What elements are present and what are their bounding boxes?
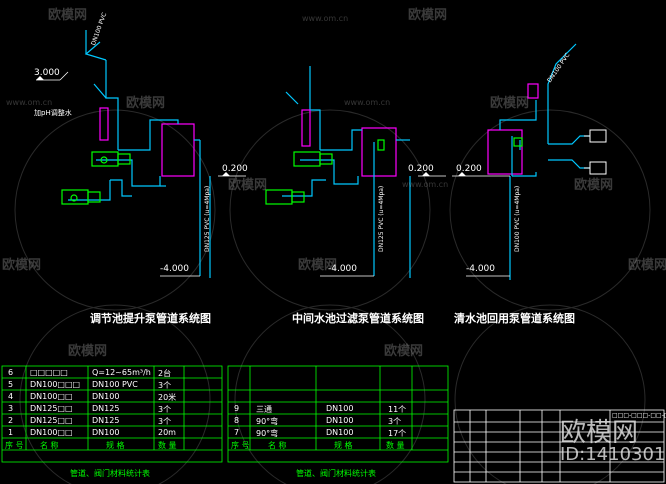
table-header-qty: 数 量 bbox=[158, 441, 177, 450]
watermark-brand: 欧模网 bbox=[574, 178, 614, 193]
watermark-url: www.om.cn bbox=[344, 98, 391, 107]
table-cell: 2台 bbox=[158, 369, 172, 378]
table-row: 8 bbox=[234, 416, 240, 425]
table-cell: Q=12~65m³/h bbox=[92, 368, 151, 377]
right-pumps bbox=[513, 137, 523, 147]
table-cell: DN100 bbox=[326, 428, 354, 437]
table-header-name: 名 称 bbox=[268, 441, 287, 450]
watermark-url: www.om.cn bbox=[302, 14, 349, 23]
table-cell: DN100□□□ bbox=[30, 380, 81, 389]
table-row: 4 bbox=[8, 392, 14, 401]
table-caption: 管道、阀门材料统计表 bbox=[70, 469, 150, 478]
table-cell: DN100 bbox=[92, 428, 120, 437]
table-cell: 3个 bbox=[158, 405, 172, 414]
table-cell: DN125 bbox=[92, 416, 120, 425]
table-cell: 3个 bbox=[158, 381, 172, 390]
elevation-left-top: 3.000 bbox=[34, 68, 60, 78]
ph-label: 加pH调整水 bbox=[34, 109, 72, 117]
table-header-no: 序 号 bbox=[231, 441, 250, 450]
riser-label-right: DN100 PVC (u=4Mpa) bbox=[514, 185, 521, 252]
diagram-title-left: 调节池提升泵管道系统图 bbox=[90, 312, 211, 325]
elevation-right-bottom: -4.000 bbox=[466, 264, 496, 274]
table-header-no: 序 号 bbox=[5, 441, 24, 450]
watermark-url: www.om.cn bbox=[6, 98, 53, 107]
watermark-brand: 欧模网 bbox=[298, 258, 338, 273]
table-cell: DN100 bbox=[326, 404, 354, 413]
table-cell: DN125□□ bbox=[30, 404, 73, 413]
table-cell: 3个 bbox=[158, 417, 172, 426]
table-cell: DN100□□ bbox=[30, 392, 73, 401]
table-header-spec: 规 格 bbox=[334, 441, 353, 450]
middle-tank bbox=[361, 127, 397, 177]
elevation-left-mid: 0.200 bbox=[222, 164, 248, 174]
table-row: 6 bbox=[8, 368, 14, 377]
watermark-brand: 欧模网 bbox=[2, 258, 42, 273]
diagram-title-middle: 中间水池过滤泵管道系统图 bbox=[292, 312, 424, 325]
table-cell: 17个 bbox=[388, 429, 407, 438]
table-cell: 3个 bbox=[388, 417, 402, 426]
table-cell: DN100□□ bbox=[30, 428, 73, 437]
table-cell: □□□□□ bbox=[30, 368, 68, 377]
elevation-left-bottom: -4.000 bbox=[160, 264, 190, 274]
watermark-brand: 欧模网 bbox=[48, 8, 88, 23]
watermark-brand: 欧模网 bbox=[384, 344, 424, 359]
table-cell: DN100 PVC bbox=[92, 380, 138, 389]
watermark-brand: 欧模网 bbox=[490, 96, 530, 111]
table-cell: DN100 bbox=[326, 416, 354, 425]
table-row: 3 bbox=[8, 404, 14, 413]
table-row: 2 bbox=[8, 416, 14, 425]
table-cell: 90°弯 bbox=[256, 417, 279, 426]
table-caption: 管道、阀门材料统计表 bbox=[296, 469, 376, 478]
table-row: 1 bbox=[8, 428, 14, 437]
riser-label-left: DN125 PVC (u=4Mpa) bbox=[204, 185, 211, 252]
watermark-brand: 欧模网 bbox=[228, 178, 268, 193]
left-pump-diagram bbox=[36, 30, 246, 278]
watermark-id: ID:1410301 bbox=[560, 444, 666, 465]
table-row: 7 bbox=[234, 428, 240, 437]
table-cell: 90°弯 bbox=[256, 429, 279, 438]
table-cell: 20米 bbox=[158, 393, 177, 402]
table-row: 9 bbox=[234, 404, 240, 413]
table-cell: 11个 bbox=[388, 405, 407, 414]
elevation-right-mid: 0.200 bbox=[456, 164, 482, 174]
table-cell: 三通 bbox=[256, 405, 272, 414]
table-cell: DN100 bbox=[92, 392, 120, 401]
right-tank bbox=[487, 129, 523, 175]
table-header-name: 名 称 bbox=[40, 441, 59, 450]
watermark-brand: 欧模网 bbox=[68, 344, 108, 359]
watermark-url: www.om.cn bbox=[402, 180, 449, 189]
watermark-brand: 欧模网 bbox=[126, 96, 166, 111]
table-cell: DN125□□ bbox=[30, 416, 73, 425]
table-row: 5 bbox=[8, 380, 14, 389]
watermark-brand: 欧模网 bbox=[628, 258, 666, 273]
right-pump-diagram bbox=[452, 43, 607, 280]
watermark-brand: 欧模网 bbox=[408, 8, 448, 23]
table-cell: 20m bbox=[158, 428, 176, 437]
diagram-title-right: 清水池回用泵管道系统图 bbox=[454, 312, 575, 325]
table-cell: DN125 bbox=[92, 404, 120, 413]
riser-label-mid: DN125 PVC (u=4Mpa) bbox=[378, 185, 385, 252]
table-header-spec: 规 格 bbox=[106, 441, 125, 450]
table-header-qty: 数 量 bbox=[386, 441, 405, 450]
elevation-mid-mid: 0.200 bbox=[408, 164, 434, 174]
